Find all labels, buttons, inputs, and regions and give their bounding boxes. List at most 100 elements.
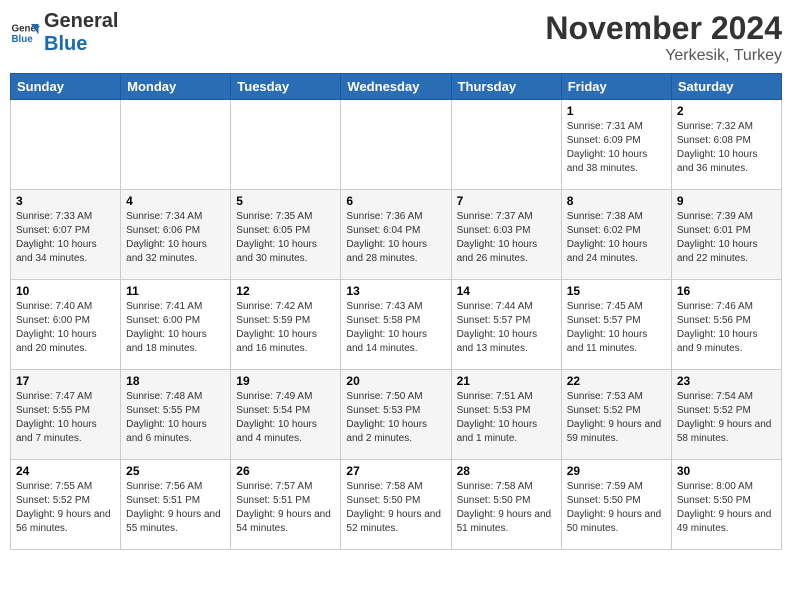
day-info: Sunrise: 7:49 AM Sunset: 5:54 PM Dayligh… [236, 390, 335, 446]
day-info: Sunrise: 7:42 AM Sunset: 5:59 PM Dayligh… [236, 300, 335, 356]
day-info: Sunrise: 7:53 AM Sunset: 5:52 PM Dayligh… [567, 390, 666, 446]
day-info: Sunrise: 7:33 AM Sunset: 6:07 PM Dayligh… [16, 210, 115, 266]
day-number: 24 [16, 464, 115, 478]
day-info: Sunrise: 7:37 AM Sunset: 6:03 PM Dayligh… [457, 210, 556, 266]
header-sunday: Sunday [11, 74, 121, 100]
day-number: 11 [126, 284, 225, 298]
day-cell-2-2: 12Sunrise: 7:42 AM Sunset: 5:59 PM Dayli… [231, 280, 341, 370]
day-cell-1-0: 3 Sunrise: 7:33 AM Sunset: 6:07 PM Daylig… [11, 190, 121, 280]
day-info: Sunrise: 7:39 AM Sunset: 6:01 PM Dayligh… [677, 210, 776, 266]
day-number: 7 [457, 194, 556, 208]
weekday-header-row: Sunday Monday Tuesday Wednesday Thursday… [11, 74, 782, 100]
day-cell-0-6: 2Sunrise: 7:32 AM Sunset: 6:08 PM Daylig… [671, 100, 781, 190]
day-number: 27 [346, 464, 445, 478]
day-info: Sunrise: 7:34 AM Sunset: 6:06 PM Dayligh… [126, 210, 225, 266]
week-row-4: 24 Sunrise: 7:55 AM Sunset: 5:52 PM Dayli… [11, 460, 782, 550]
day-cell-4-3: 27 Sunrise: 7:58 AM Sunset: 5:50 PM Dayli… [341, 460, 451, 550]
day-cell-0-5: 1 Sunrise: 7:31 AM Sunset: 6:09 PM Daylig… [561, 100, 671, 190]
day-cell-1-2: 5 Sunrise: 7:35 AM Sunset: 6:05 PM Daylig… [231, 190, 341, 280]
day-number: 30 [677, 464, 776, 478]
day-number: 28 [457, 464, 556, 478]
day-number: 18 [126, 374, 225, 388]
day-number: 23 [677, 374, 776, 388]
day-cell-3-2: 19 Sunrise: 7:49 AM Sunset: 5:54 PM Dayli… [231, 370, 341, 460]
day-number: 17 [16, 374, 115, 388]
day-cell-4-0: 24 Sunrise: 7:55 AM Sunset: 5:52 PM Dayli… [11, 460, 121, 550]
day-cell-2-5: 15 Sunrise: 7:45 AM Sunset: 5:57 PM Dayli… [561, 280, 671, 370]
location: Yerkesik, Turkey [545, 47, 782, 65]
day-cell-4-2: 26Sunrise: 7:57 AM Sunset: 5:51 PM Dayli… [231, 460, 341, 550]
day-cell-1-1: 4 Sunrise: 7:34 AM Sunset: 6:06 PM Daylig… [121, 190, 231, 280]
day-info: Sunrise: 7:55 AM Sunset: 5:52 PM Dayligh… [16, 480, 115, 536]
day-cell-2-3: 13 Sunrise: 7:43 AM Sunset: 5:58 PM Dayli… [341, 280, 451, 370]
day-cell-0-0 [11, 100, 121, 190]
day-number: 1 [567, 104, 666, 118]
day-cell-0-2 [231, 100, 341, 190]
logo-general: General [44, 10, 118, 33]
header-thursday: Thursday [451, 74, 561, 100]
day-info: Sunrise: 7:41 AM Sunset: 6:00 PM Dayligh… [126, 300, 225, 356]
day-info: Sunrise: 7:50 AM Sunset: 5:53 PM Dayligh… [346, 390, 445, 446]
day-cell-1-6: 9 Sunrise: 7:39 AM Sunset: 6:01 PM Daylig… [671, 190, 781, 280]
day-number: 15 [567, 284, 666, 298]
day-info: Sunrise: 7:45 AM Sunset: 5:57 PM Dayligh… [567, 300, 666, 356]
day-cell-3-1: 18Sunrise: 7:48 AM Sunset: 5:55 PM Dayli… [121, 370, 231, 460]
day-info: Sunrise: 7:35 AM Sunset: 6:05 PM Dayligh… [236, 210, 335, 266]
day-info: Sunrise: 7:54 AM Sunset: 5:52 PM Dayligh… [677, 390, 776, 446]
day-number: 10 [16, 284, 115, 298]
day-info: Sunrise: 7:58 AM Sunset: 5:50 PM Dayligh… [346, 480, 445, 536]
day-cell-2-1: 11 Sunrise: 7:41 AM Sunset: 6:00 PM Dayli… [121, 280, 231, 370]
day-info: Sunrise: 7:47 AM Sunset: 5:55 PM Dayligh… [16, 390, 115, 446]
week-row-0: 1 Sunrise: 7:31 AM Sunset: 6:09 PM Daylig… [11, 100, 782, 190]
day-number: 16 [677, 284, 776, 298]
week-row-1: 3 Sunrise: 7:33 AM Sunset: 6:07 PM Daylig… [11, 190, 782, 280]
day-info: Sunrise: 7:59 AM Sunset: 5:50 PM Dayligh… [567, 480, 666, 536]
day-info: Sunrise: 7:40 AM Sunset: 6:00 PM Dayligh… [16, 300, 115, 356]
day-info: Sunrise: 7:38 AM Sunset: 6:02 PM Dayligh… [567, 210, 666, 266]
day-number: 4 [126, 194, 225, 208]
calendar: Sunday Monday Tuesday Wednesday Thursday… [10, 73, 782, 550]
header-friday: Friday [561, 74, 671, 100]
day-cell-3-4: 21 Sunrise: 7:51 AM Sunset: 5:53 PM Dayli… [451, 370, 561, 460]
week-row-3: 17 Sunrise: 7:47 AM Sunset: 5:55 PM Dayli… [11, 370, 782, 460]
day-info: Sunrise: 7:56 AM Sunset: 5:51 PM Dayligh… [126, 480, 225, 536]
header-wednesday: Wednesday [341, 74, 451, 100]
day-info: Sunrise: 7:43 AM Sunset: 5:58 PM Dayligh… [346, 300, 445, 356]
day-info: Sunrise: 8:00 AM Sunset: 5:50 PM Dayligh… [677, 480, 776, 536]
day-cell-1-4: 7 Sunrise: 7:37 AM Sunset: 6:03 PM Daylig… [451, 190, 561, 280]
day-number: 8 [567, 194, 666, 208]
day-info: Sunrise: 7:46 AM Sunset: 5:56 PM Dayligh… [677, 300, 776, 356]
day-info: Sunrise: 7:51 AM Sunset: 5:53 PM Dayligh… [457, 390, 556, 446]
day-number: 21 [457, 374, 556, 388]
day-number: 5 [236, 194, 335, 208]
header-saturday: Saturday [671, 74, 781, 100]
day-number: 6 [346, 194, 445, 208]
day-cell-3-0: 17 Sunrise: 7:47 AM Sunset: 5:55 PM Dayli… [11, 370, 121, 460]
day-info: Sunrise: 7:31 AM Sunset: 6:09 PM Dayligh… [567, 120, 666, 176]
day-cell-2-0: 10 Sunrise: 7:40 AM Sunset: 6:00 PM Dayli… [11, 280, 121, 370]
page-header: General Blue General Blue November 2024 … [10, 10, 782, 65]
day-number: 2 [677, 104, 776, 118]
logo-icon: General Blue [10, 18, 40, 48]
day-number: 14 [457, 284, 556, 298]
day-cell-1-5: 8 Sunrise: 7:38 AM Sunset: 6:02 PM Daylig… [561, 190, 671, 280]
day-number: 29 [567, 464, 666, 478]
day-number: 13 [346, 284, 445, 298]
day-info: Sunrise: 7:58 AM Sunset: 5:50 PM Dayligh… [457, 480, 556, 536]
day-number: 22 [567, 374, 666, 388]
header-monday: Monday [121, 74, 231, 100]
day-cell-1-3: 6 Sunrise: 7:36 AM Sunset: 6:04 PM Daylig… [341, 190, 451, 280]
day-info: Sunrise: 7:36 AM Sunset: 6:04 PM Dayligh… [346, 210, 445, 266]
svg-text:Blue: Blue [12, 34, 34, 45]
day-number: 26 [236, 464, 335, 478]
day-cell-3-5: 22 Sunrise: 7:53 AM Sunset: 5:52 PM Dayli… [561, 370, 671, 460]
day-cell-0-1 [121, 100, 231, 190]
day-cell-0-3 [341, 100, 451, 190]
day-number: 9 [677, 194, 776, 208]
day-cell-4-1: 25Sunrise: 7:56 AM Sunset: 5:51 PM Dayli… [121, 460, 231, 550]
day-number: 3 [16, 194, 115, 208]
day-number: 20 [346, 374, 445, 388]
logo: General Blue General Blue [10, 10, 118, 56]
day-cell-2-6: 16 Sunrise: 7:46 AM Sunset: 5:56 PM Dayli… [671, 280, 781, 370]
day-number: 19 [236, 374, 335, 388]
